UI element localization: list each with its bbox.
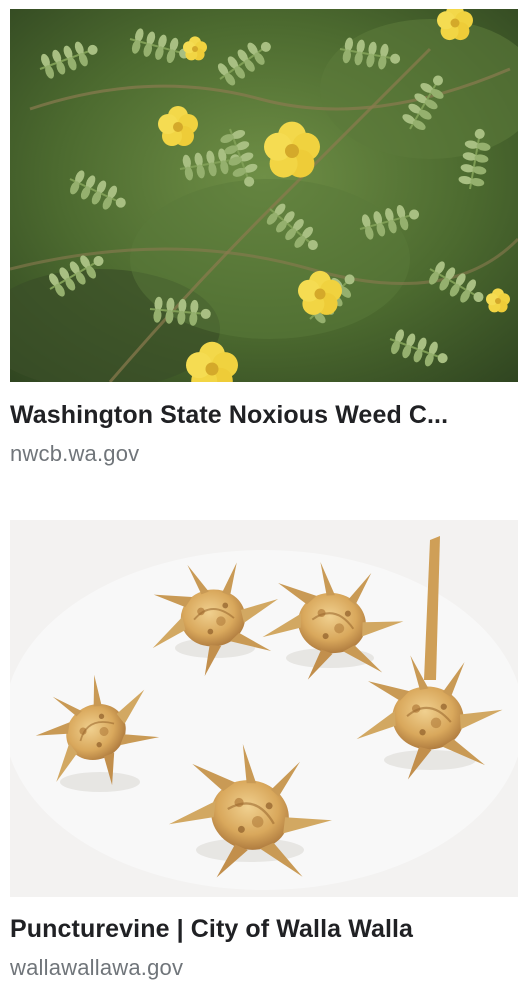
result-source[interactable]: wallawallawa.gov xyxy=(10,955,518,981)
image-result-card[interactable]: Washington State Noxious Weed C... nwcb.… xyxy=(10,9,518,467)
image-result-card[interactable]: Puncturevine | City of Walla Walla walla… xyxy=(10,520,518,981)
burrs-photo xyxy=(10,520,518,897)
plant-photo xyxy=(10,9,518,382)
result-title[interactable]: Washington State Noxious Weed C... xyxy=(10,400,518,430)
result-thumbnail-weed-plant[interactable] xyxy=(10,9,518,382)
result-source[interactable]: nwcb.wa.gov xyxy=(10,441,518,467)
result-title[interactable]: Puncturevine | City of Walla Walla xyxy=(10,914,518,944)
result-thumbnail-puncturevine-burrs[interactable] xyxy=(10,520,518,897)
